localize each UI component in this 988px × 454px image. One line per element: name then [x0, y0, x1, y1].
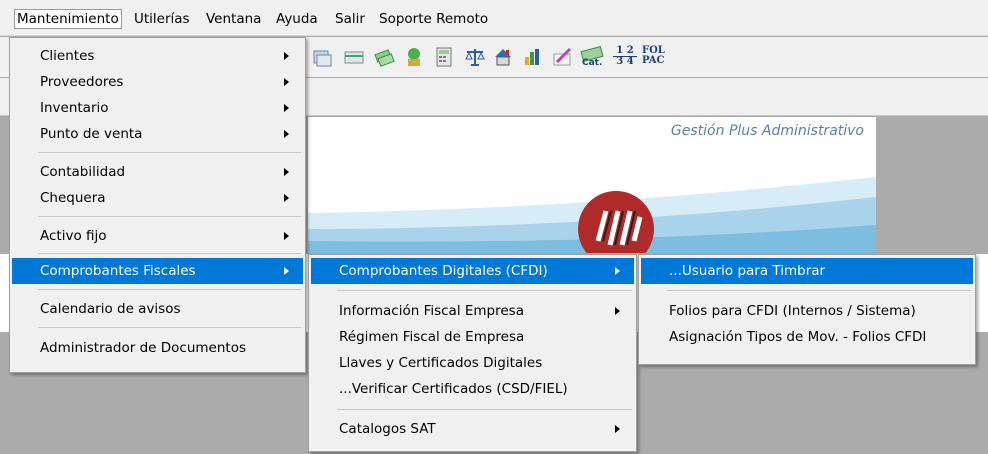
menu-item-contabilidad[interactable]: Contabilidad — [12, 160, 303, 184]
calculator-icon[interactable] — [433, 46, 455, 68]
menu-item-usuario-para-timbrar[interactable]: ...Usuario para Timbrar — [641, 258, 973, 284]
plant-icon[interactable] — [403, 46, 425, 68]
chevron-right-icon — [615, 307, 620, 315]
menu-separator — [38, 216, 301, 217]
chevron-right-icon — [615, 267, 620, 275]
menu-item-folios-para-cfdi[interactable]: Folios para CFDI (Internos / Sistema) — [641, 299, 973, 323]
menu-separator — [38, 253, 301, 254]
menu-item-asignacion-tipos-mov[interactable]: Asignación Tipos de Mov. - Folios CFDI — [641, 325, 973, 349]
fraction-bottom: 3 4 — [616, 56, 634, 67]
menu-separator — [38, 327, 301, 328]
menu-item-comprobantes-digitales[interactable]: Comprobantes Digitales (CFDI) — [311, 258, 634, 284]
chevron-right-icon — [615, 425, 620, 433]
menu-soporte-remoto[interactable]: Soporte Remoto — [376, 10, 491, 28]
card-icon[interactable] — [343, 46, 365, 68]
menu-item-llaves-certificados[interactable]: Llaves y Certificados Digitales — [311, 351, 634, 375]
menu-utilerias[interactable]: Utilerías — [131, 10, 193, 28]
menu-mantenimiento-dropdown: Clientes Proveedores Inventario Punto de… — [9, 37, 306, 373]
menu-item-clientes[interactable]: Clientes — [12, 44, 303, 68]
menu-separator — [667, 290, 971, 291]
house-icon[interactable] — [492, 46, 514, 68]
chevron-right-icon — [284, 194, 289, 202]
folders-icon[interactable] — [311, 46, 333, 68]
menu-separator — [38, 289, 301, 290]
menu-item-comprobantes-fiscales[interactable]: Comprobantes Fiscales — [12, 258, 303, 284]
menu-ventana[interactable]: Ventana — [203, 10, 264, 28]
menu-item-catalogos-sat[interactable]: Catalogos SAT — [311, 417, 634, 441]
menu-separator — [337, 290, 632, 291]
menu-item-informacion-fiscal-empresa[interactable]: Información Fiscal Empresa — [311, 299, 634, 323]
menu-item-inventario[interactable]: Inventario — [12, 96, 303, 120]
chevron-right-icon — [284, 130, 289, 138]
money-icon[interactable] — [373, 46, 395, 68]
menu-cfdi-dropdown: ...Usuario para Timbrar Folios para CFDI… — [638, 254, 976, 365]
menu-item-administrador-de-documentos[interactable]: Administrador de Documentos — [12, 336, 303, 360]
banner: Gestión Plus Administrativo — [308, 117, 876, 253]
pen-icon[interactable] — [551, 46, 573, 68]
menu-item-chequera[interactable]: Chequera — [12, 186, 303, 210]
menu-item-verificar-certificados[interactable]: ...Verificar Certificados (CSD/FIEL) — [311, 377, 634, 401]
menu-salir[interactable]: Salir — [332, 10, 368, 28]
menu-item-regimen-fiscal[interactable]: Régimen Fiscal de Empresa — [311, 325, 634, 349]
chevron-right-icon — [284, 52, 289, 60]
menu-item-calendario-de-avisos[interactable]: Calendario de avisos — [12, 297, 303, 321]
pac-label: PAC — [642, 55, 665, 66]
menu-item-activo-fijo[interactable]: Activo fijo — [12, 224, 303, 248]
scales-icon[interactable] — [464, 46, 486, 68]
menu-item-proveedores[interactable]: Proveedores — [12, 70, 303, 94]
chevron-right-icon — [284, 232, 289, 240]
fractions-icon[interactable]: 1 2 3 4 — [613, 46, 637, 68]
desktop-area — [876, 117, 988, 253]
chevron-right-icon — [284, 168, 289, 176]
menu-separator — [38, 152, 301, 153]
logo-icon — [578, 191, 654, 253]
menu-mantenimiento[interactable]: Mantenimiento — [14, 9, 122, 29]
menu-item-punto-de-venta[interactable]: Punto de venta — [12, 122, 303, 146]
folios-pac-icon[interactable]: FOL PAC — [642, 46, 670, 68]
menu-bar: Mantenimiento Utilerías Ventana Ayuda Sa… — [0, 0, 988, 36]
catalog-label: Cat. — [582, 58, 603, 68]
menu-separator — [337, 409, 632, 410]
catalog-icon[interactable]: Cat. — [580, 45, 606, 68]
menu-ayuda[interactable]: Ayuda — [273, 10, 321, 28]
bar-chart-icon[interactable] — [521, 46, 543, 68]
menu-comprobantes-fiscales-dropdown: Comprobantes Digitales (CFDI) Informació… — [308, 254, 637, 452]
chevron-right-icon — [284, 267, 289, 275]
chevron-right-icon — [284, 104, 289, 112]
chevron-right-icon — [284, 78, 289, 86]
